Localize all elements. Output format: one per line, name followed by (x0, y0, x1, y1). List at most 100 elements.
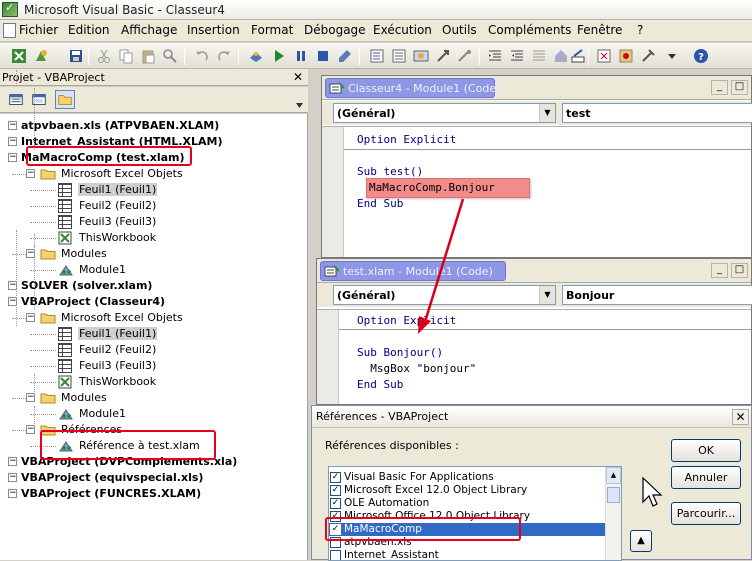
paste-icon[interactable] (140, 48, 156, 64)
ok-button[interactable]: OK (671, 439, 741, 462)
object-browser-icon[interactable] (413, 48, 429, 64)
run-icon[interactable] (271, 48, 287, 64)
locals-icon[interactable] (618, 48, 634, 64)
view-object-icon[interactable] (29, 90, 49, 109)
design-mode-icon[interactable] (337, 48, 353, 64)
tree-item[interactable]: Feuil2 (Feuil2) (78, 342, 157, 358)
collapse-icon[interactable]: − (26, 425, 35, 434)
tree-item[interactable]: Feuil3 (Feuil3) (78, 214, 157, 230)
maximize-button[interactable]: □ (731, 80, 748, 95)
undo-icon[interactable] (194, 48, 210, 64)
collapse-icon[interactable]: − (26, 393, 35, 402)
insert-object-icon[interactable] (33, 48, 49, 64)
outdent-icon[interactable] (509, 48, 525, 64)
tools-icon[interactable] (640, 48, 656, 64)
menu-debogage[interactable]: Débogage (304, 23, 366, 37)
menu-outils[interactable]: Outils (442, 23, 477, 37)
scroll-up-icon[interactable]: ▲ (606, 467, 621, 484)
tree-item[interactable]: atpvbaen.xls (ATPVBAEN.XLAM) (20, 118, 220, 134)
object-combo[interactable]: (Général) ▼ (333, 285, 556, 305)
debug-step-icon[interactable] (596, 48, 612, 64)
menu-fichier[interactable]: Fichier (19, 23, 58, 37)
chevron-down-icon[interactable]: ▼ (539, 104, 555, 122)
menu-help[interactable]: ? (637, 23, 643, 37)
properties-window-icon[interactable] (391, 48, 407, 64)
maximize-button[interactable]: □ (731, 263, 748, 278)
toolbox-icon[interactable] (435, 48, 451, 64)
collapse-icon[interactable]: − (8, 153, 17, 162)
references-scrollbar[interactable]: ▲ (605, 467, 621, 560)
menu-insertion[interactable]: Insertion (187, 23, 240, 37)
reference-checkbox[interactable] (330, 550, 341, 560)
reference-checkbox[interactable]: ✓ (330, 472, 341, 483)
watch-icon[interactable] (457, 48, 473, 64)
project-explorer-icon[interactable] (369, 48, 385, 64)
pause-icon[interactable] (293, 48, 309, 64)
object-combo[interactable]: (Général) ▼ (333, 103, 556, 123)
scroll-down-icon[interactable] (295, 101, 304, 110)
tree-item[interactable]: ThisWorkbook (78, 374, 157, 390)
reference-checkbox[interactable]: ✓ (330, 485, 341, 496)
reference-item[interactable]: ✓ Microsoft Excel 12.0 Object Library (329, 484, 605, 497)
procedure-combo[interactable]: Bonjour (562, 285, 752, 305)
collapse-icon[interactable]: − (26, 313, 35, 322)
tree-item[interactable]: Modules (60, 390, 108, 406)
comment-block-icon[interactable] (531, 48, 547, 64)
tree-item[interactable]: VBAProject (FUNCRES.XLAM) (20, 486, 202, 502)
close-icon[interactable]: ✕ (291, 70, 305, 84)
close-icon[interactable]: ✕ (732, 409, 749, 425)
tree-item[interactable]: VBAProject (equivspecial.xls) (20, 470, 204, 486)
minimize-button[interactable]: _ (711, 263, 728, 278)
minimize-button[interactable]: _ (711, 80, 728, 95)
tree-item[interactable]: Module1 (78, 262, 127, 278)
indent-icon[interactable] (487, 48, 503, 64)
browse-button[interactable]: Parcourir... (671, 502, 741, 525)
redo-icon[interactable] (216, 48, 232, 64)
priority-up-button[interactable]: ▲ (630, 530, 652, 552)
view-code-icon[interactable] (6, 90, 26, 109)
menu-fenetre[interactable]: Fenêtre (577, 23, 622, 37)
scroll-thumb[interactable] (607, 487, 620, 503)
excel-view-icon[interactable] (11, 48, 27, 64)
menu-format[interactable]: Format (251, 23, 293, 37)
tree-item[interactable]: Microsoft Excel Objets (60, 310, 184, 326)
tree-item[interactable]: Feuil1 (Feuil1) (78, 326, 158, 342)
tree-item[interactable]: Microsoft Excel Objets (60, 166, 184, 182)
references-list[interactable]: ▲ ✓ Visual Basic For Applications ✓ Microso… (328, 466, 622, 561)
tree-item[interactable]: Module1 (78, 406, 127, 422)
tree-item[interactable]: ThisWorkbook (78, 230, 157, 246)
save-icon[interactable] (68, 48, 84, 64)
tree-item[interactable]: Feuil3 (Feuil3) (78, 358, 157, 374)
tree-item[interactable]: Feuil1 (Feuil1) (78, 182, 158, 198)
find-icon[interactable] (162, 48, 178, 64)
tree-item[interactable]: SOLVER (solver.xlam) (20, 278, 153, 294)
menu-execution[interactable]: Exécution (373, 23, 432, 37)
run-macro-icon[interactable] (248, 48, 264, 64)
toolbar-options-icon[interactable] (664, 48, 680, 64)
copy-icon[interactable] (118, 48, 134, 64)
tree-item[interactable]: Modules (60, 246, 108, 262)
procedure-combo[interactable]: test (562, 103, 752, 123)
reference-item[interactable]: ✓ OLE Automation (329, 497, 605, 510)
toggle-folders-icon[interactable] (55, 90, 75, 109)
collapse-icon[interactable]: − (8, 457, 17, 466)
edit-ruler-icon[interactable] (570, 48, 586, 64)
collapse-icon[interactable]: − (8, 137, 17, 146)
collapse-icon[interactable]: − (8, 489, 17, 498)
collapse-icon[interactable]: − (26, 169, 35, 178)
cut-icon[interactable] (96, 48, 112, 64)
reference-item[interactable]: Internet_Assistant (329, 549, 605, 560)
menu-complements[interactable]: Compléments (488, 23, 571, 37)
collapse-icon[interactable]: − (8, 473, 17, 482)
tree-item[interactable]: VBAProject (Classeur4) (20, 294, 166, 310)
reference-item[interactable]: ✓ Visual Basic For Applications (329, 471, 605, 484)
menu-edition[interactable]: Edition (68, 23, 110, 37)
help-icon[interactable]: ? (693, 48, 709, 64)
menu-affichage[interactable]: Affichage (121, 23, 177, 37)
code-editor[interactable]: Option Explicit Sub Bonjour() MsgBox "bo… (317, 309, 751, 404)
collapse-icon[interactable]: − (8, 121, 17, 130)
reset-icon[interactable] (315, 48, 331, 64)
bookmark-icon[interactable] (553, 48, 569, 64)
reference-checkbox[interactable]: ✓ (330, 498, 341, 509)
cancel-button[interactable]: Annuler (671, 466, 741, 489)
